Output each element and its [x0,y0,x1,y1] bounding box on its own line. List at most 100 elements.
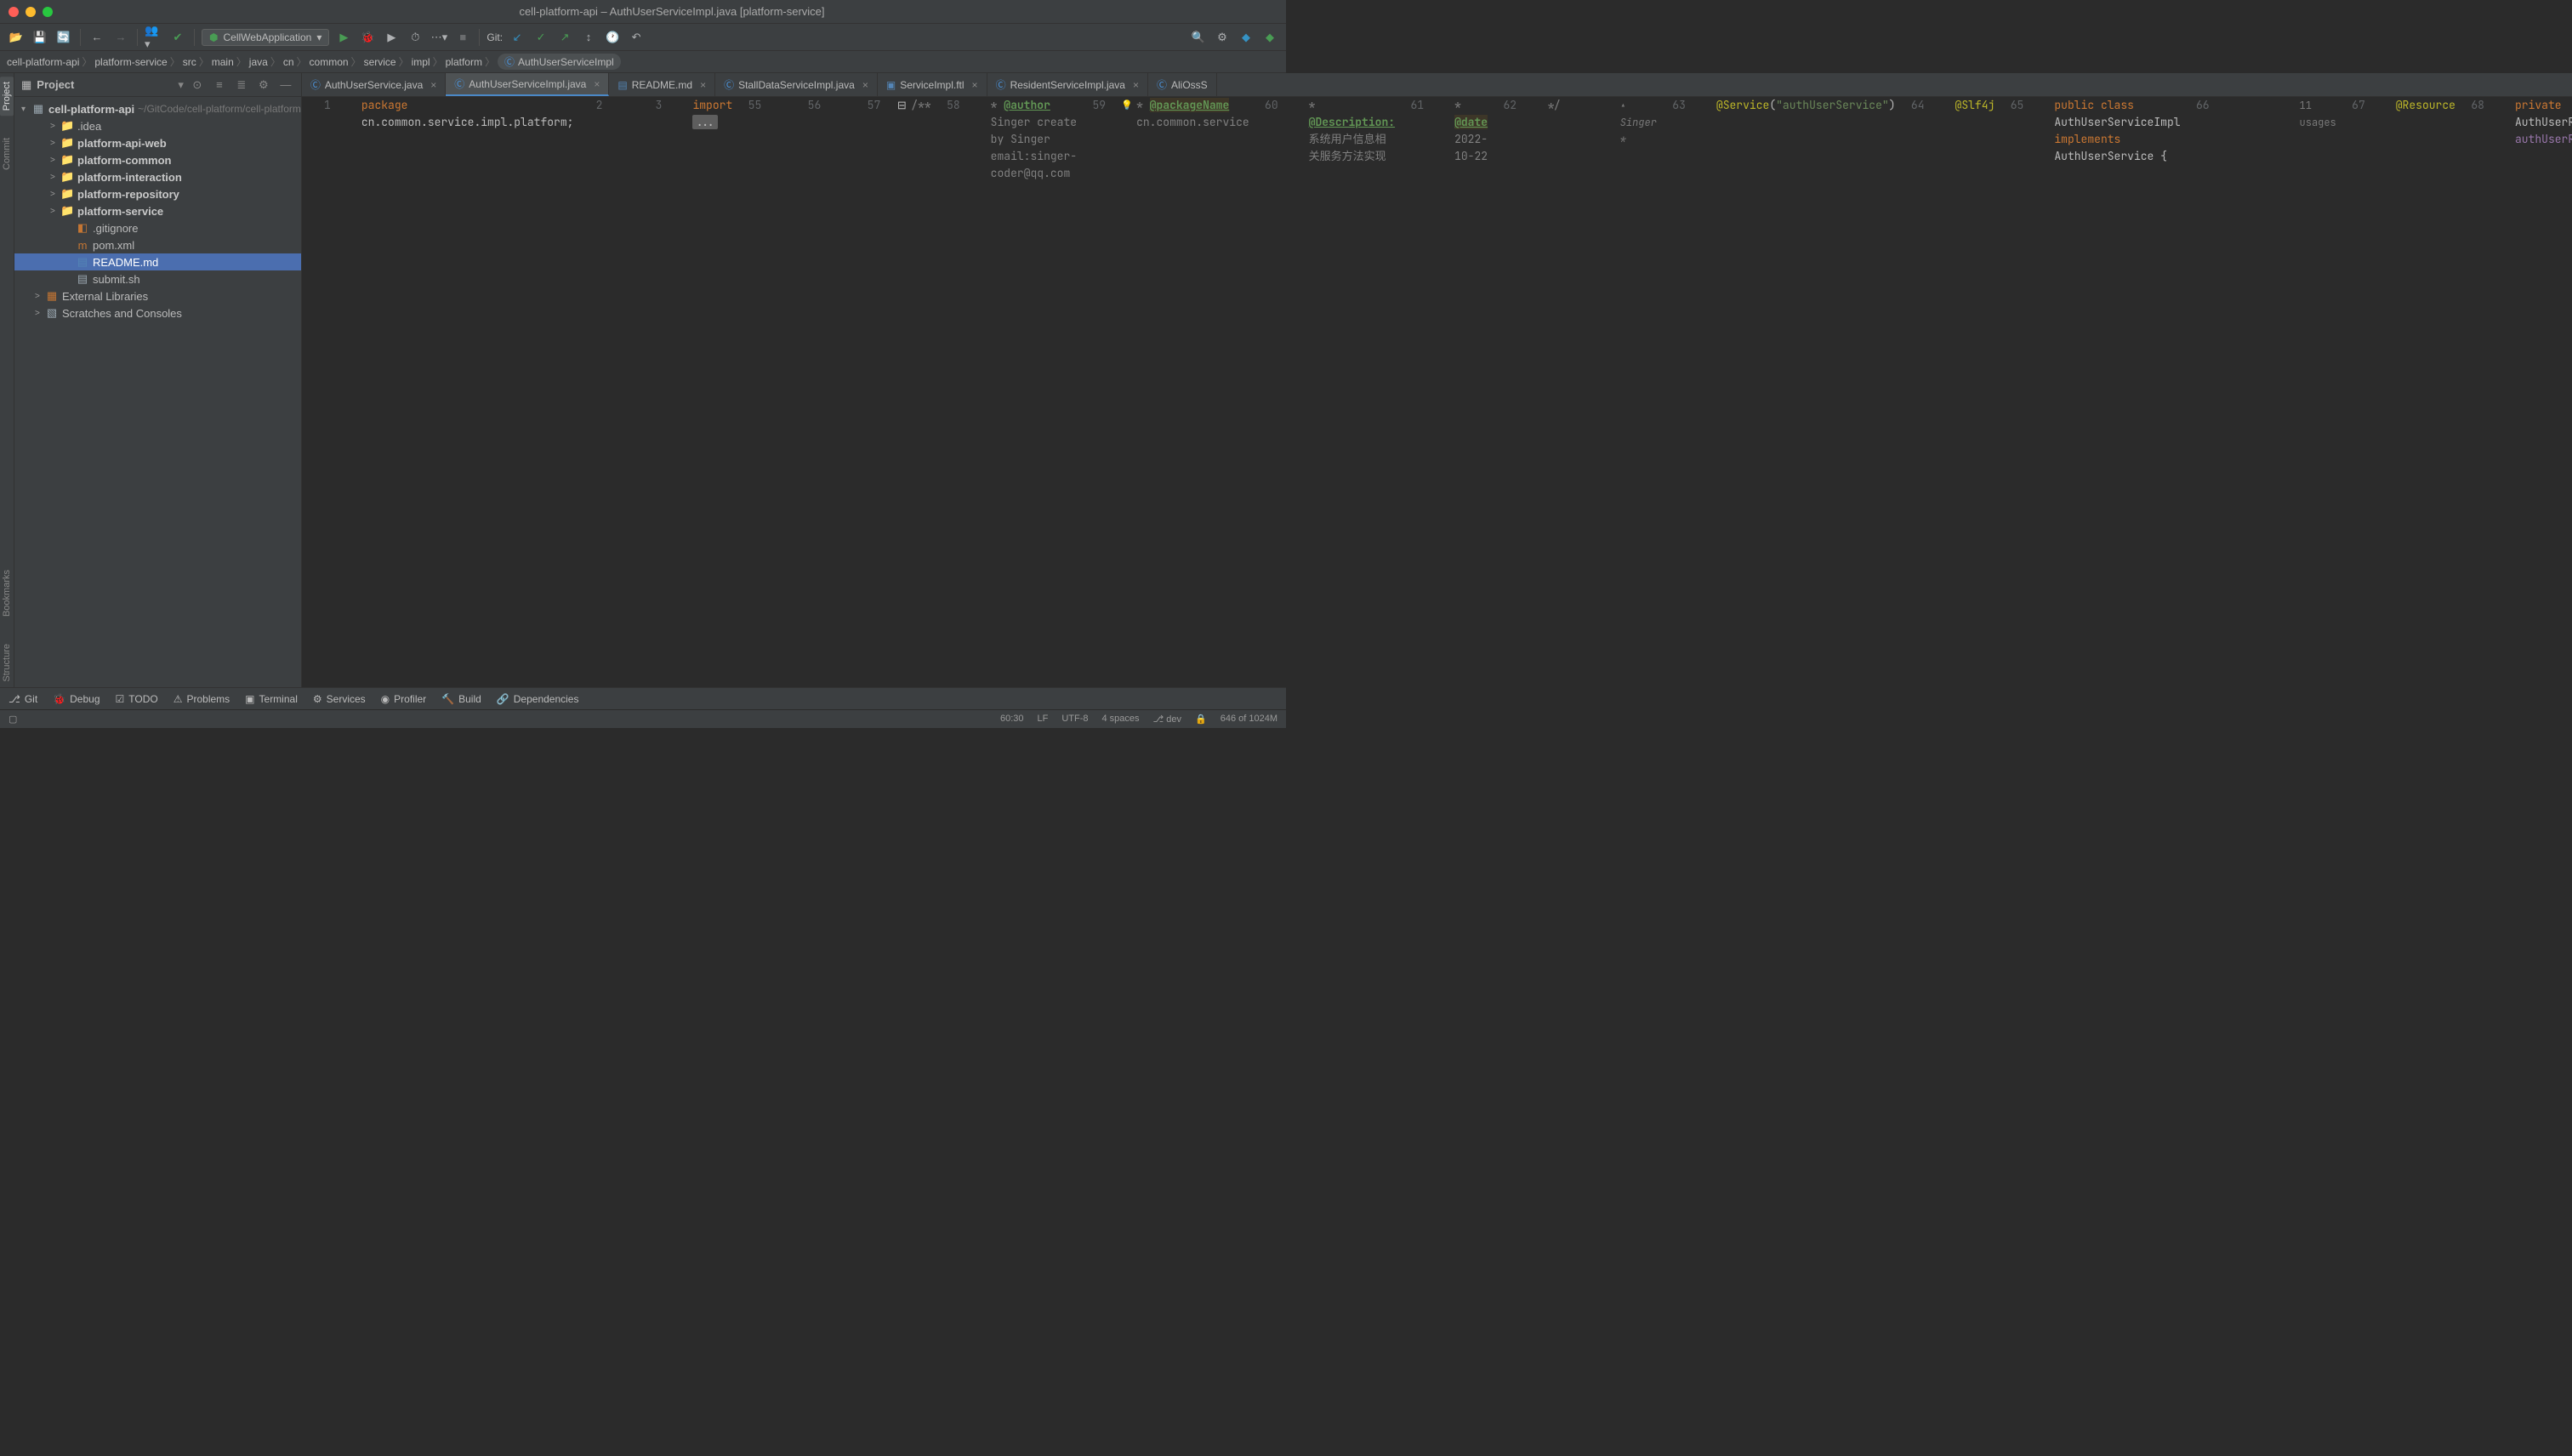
close-tab-icon[interactable]: × [430,79,436,91]
tree-item[interactable]: >📁platform-api-web [14,134,301,151]
close-tab-icon[interactable]: × [700,79,706,91]
breadcrumb-item[interactable]: impl [412,56,430,68]
code-line[interactable]: 60 * @Description: 系统用户信息相关服务方法实现 [1249,97,1395,114]
tree-item[interactable]: >▧Scratches and Consoles [14,304,301,321]
editor-tab[interactable]: ⒸAuthUserServiceImpl.java× [446,73,609,96]
chevron-down-icon[interactable]: ▾ [178,78,184,92]
bottom-tab-debug[interactable]: 🐞Debug [53,693,100,705]
close-window-button[interactable] [9,7,19,17]
tree-item[interactable]: >▦External Libraries [14,287,301,304]
close-tab-icon[interactable]: × [972,79,978,91]
code-line[interactable]: 65public class AuthUserServiceImpl imple… [1994,97,2180,114]
code-line[interactable]: 68 private AuthUserRepository authUserRe… [2455,97,2572,114]
editor-tab[interactable]: ▣ServiceImpl.ftl× [878,73,987,96]
checkmark-icon[interactable]: ✔ [168,28,187,47]
stop-button[interactable]: ■ [453,28,472,47]
tree-item[interactable]: >📁platform-repository [14,185,301,202]
editor-tab[interactable]: ⒸResidentServiceImpl.java× [987,73,1148,96]
tree-item[interactable]: mpom.xml [14,236,301,253]
left-tab-bookmarks[interactable]: Bookmarks [0,565,14,622]
close-tab-icon[interactable]: × [862,79,868,91]
code-line[interactable]: 55 [732,97,792,114]
search-icon[interactable]: 🔍 [1189,28,1208,47]
tree-item[interactable]: >📁platform-service [14,202,301,219]
run-button[interactable]: ▶ [334,28,353,47]
bottom-tab-profiler[interactable]: ◉Profiler [381,693,427,705]
minimize-window-button[interactable] [26,7,36,17]
editor-tab[interactable]: ⒸAuthUserService.java× [302,73,446,96]
close-tab-icon[interactable]: × [1133,79,1139,91]
plugin-icon[interactable]: ◆ [1237,28,1255,47]
breadcrumb-item[interactable]: src [183,56,196,68]
breadcrumb-item[interactable]: main [212,56,234,68]
open-icon[interactable]: 📂 [7,28,26,47]
back-icon[interactable]: ← [88,28,106,47]
more-run-icon[interactable]: ⋯▾ [430,28,448,47]
breadcrumb-item[interactable]: platform [446,56,482,68]
tree-item[interactable]: >📁.idea [14,117,301,134]
bottom-tab-problems[interactable]: ⚠Problems [174,693,230,705]
tree-root[interactable]: ▾ ▦ cell-platform-api ~/GitCode/cell-pla… [14,100,301,117]
code-line[interactable]: 3import ... [633,97,732,114]
sync-icon[interactable]: 🔄 [54,28,73,47]
git-rollback-icon[interactable]: ↶ [627,28,646,47]
left-tab-structure[interactable]: Structure [0,639,14,687]
bottom-tab-terminal[interactable]: ▣Terminal [245,693,298,705]
plugin2-icon[interactable]: ◆ [1260,28,1279,47]
code-line[interactable]: 59💡 * @packageName cn.common.service [1077,97,1249,114]
memory-indicator[interactable]: 646 of 1024M [1221,714,1277,725]
select-opened-icon[interactable]: ⊙ [189,78,206,92]
settings-icon[interactable]: ⚙ [1213,28,1232,47]
maximize-window-button[interactable] [43,7,53,17]
collapse-all-icon[interactable]: ≣ [233,78,250,92]
lock-icon[interactable]: 🔒 [1195,714,1207,725]
breadcrumb-item[interactable]: service [364,56,396,68]
caret-position[interactable]: 60:30 [1000,714,1024,725]
code-line[interactable]: 58 * @author Singer create by Singer ema… [931,97,1077,114]
bottom-tab-services[interactable]: ⚙Services [313,693,366,705]
coverage-button[interactable]: ▶ [382,28,401,47]
debug-button[interactable]: 🐞 [358,28,377,47]
tree-item[interactable]: >📁platform-common [14,151,301,168]
project-tree[interactable]: ▾ ▦ cell-platform-api ~/GitCode/cell-pla… [14,97,301,687]
code-line[interactable]: 57⊟/** [851,97,930,114]
user-dropdown-icon[interactable]: 👥▾ [145,28,163,47]
bottom-tab-build[interactable]: 🔨Build [441,693,481,705]
run-configuration-dropdown[interactable]: ⬢ CellWebApplication ▾ [202,29,329,46]
code-line[interactable]: 66 [2181,97,2240,114]
git-commit-icon[interactable]: ✓ [532,28,550,47]
breadcrumb-item[interactable]: cn [283,56,294,68]
bottom-tab-git[interactable]: ⎇Git [9,693,37,705]
expand-all-icon[interactable]: ≡ [211,78,228,91]
indent[interactable]: 4 spaces [1102,714,1140,725]
profile-button[interactable]: ⏱ [406,28,424,47]
left-tab-project[interactable]: Project [0,77,14,116]
code-line[interactable]: 61 * @date 2022-10-22 [1395,97,1488,114]
breadcrumb-item[interactable]: common [310,56,349,68]
code-line[interactable]: 64@Slf4j [1896,97,1995,114]
git-update-icon[interactable]: ↙ [508,28,526,47]
code-line[interactable]: 1package cn.common.service.impl.platform… [302,97,574,114]
breadcrumb-item[interactable]: java [249,56,268,68]
tree-item[interactable]: ▤submit.sh [14,270,301,287]
code-line[interactable]: 11 usages [2240,97,2336,114]
git-branch[interactable]: ⎇ dev [1153,714,1181,725]
code-line[interactable]: 67 @Resource [2336,97,2455,114]
git-clock-icon[interactable]: 🕐 [603,28,622,47]
tree-item[interactable]: ▤README.md [14,253,301,270]
code-line[interactable]: 62 */ [1488,97,1561,114]
hide-panel-icon[interactable]: — [277,78,294,91]
git-history-icon[interactable]: ↕ [579,28,598,47]
gear-icon[interactable]: ⚙ [255,78,272,92]
tree-item[interactable]: ◧.gitignore [14,219,301,236]
code-line[interactable]: 2 [573,97,633,114]
breadcrumb-item[interactable]: platform-service [94,56,167,68]
code-editor[interactable]: ▲87 ▲11 ✔7 ⌃ ⌄ 1package cn.common.servic… [302,97,2572,687]
save-icon[interactable]: 💾 [31,28,49,47]
code-line[interactable]: 56 [792,97,851,114]
tree-item[interactable]: >📁platform-interaction [14,168,301,185]
breadcrumb-item[interactable]: Ⓒ AuthUserServiceImpl [498,54,621,70]
code-line[interactable]: 63@Service("authUserService") [1657,97,1896,114]
bottom-tab-todo[interactable]: ☑TODO [116,693,158,705]
editor-tab[interactable]: ▤README.md× [609,73,715,96]
